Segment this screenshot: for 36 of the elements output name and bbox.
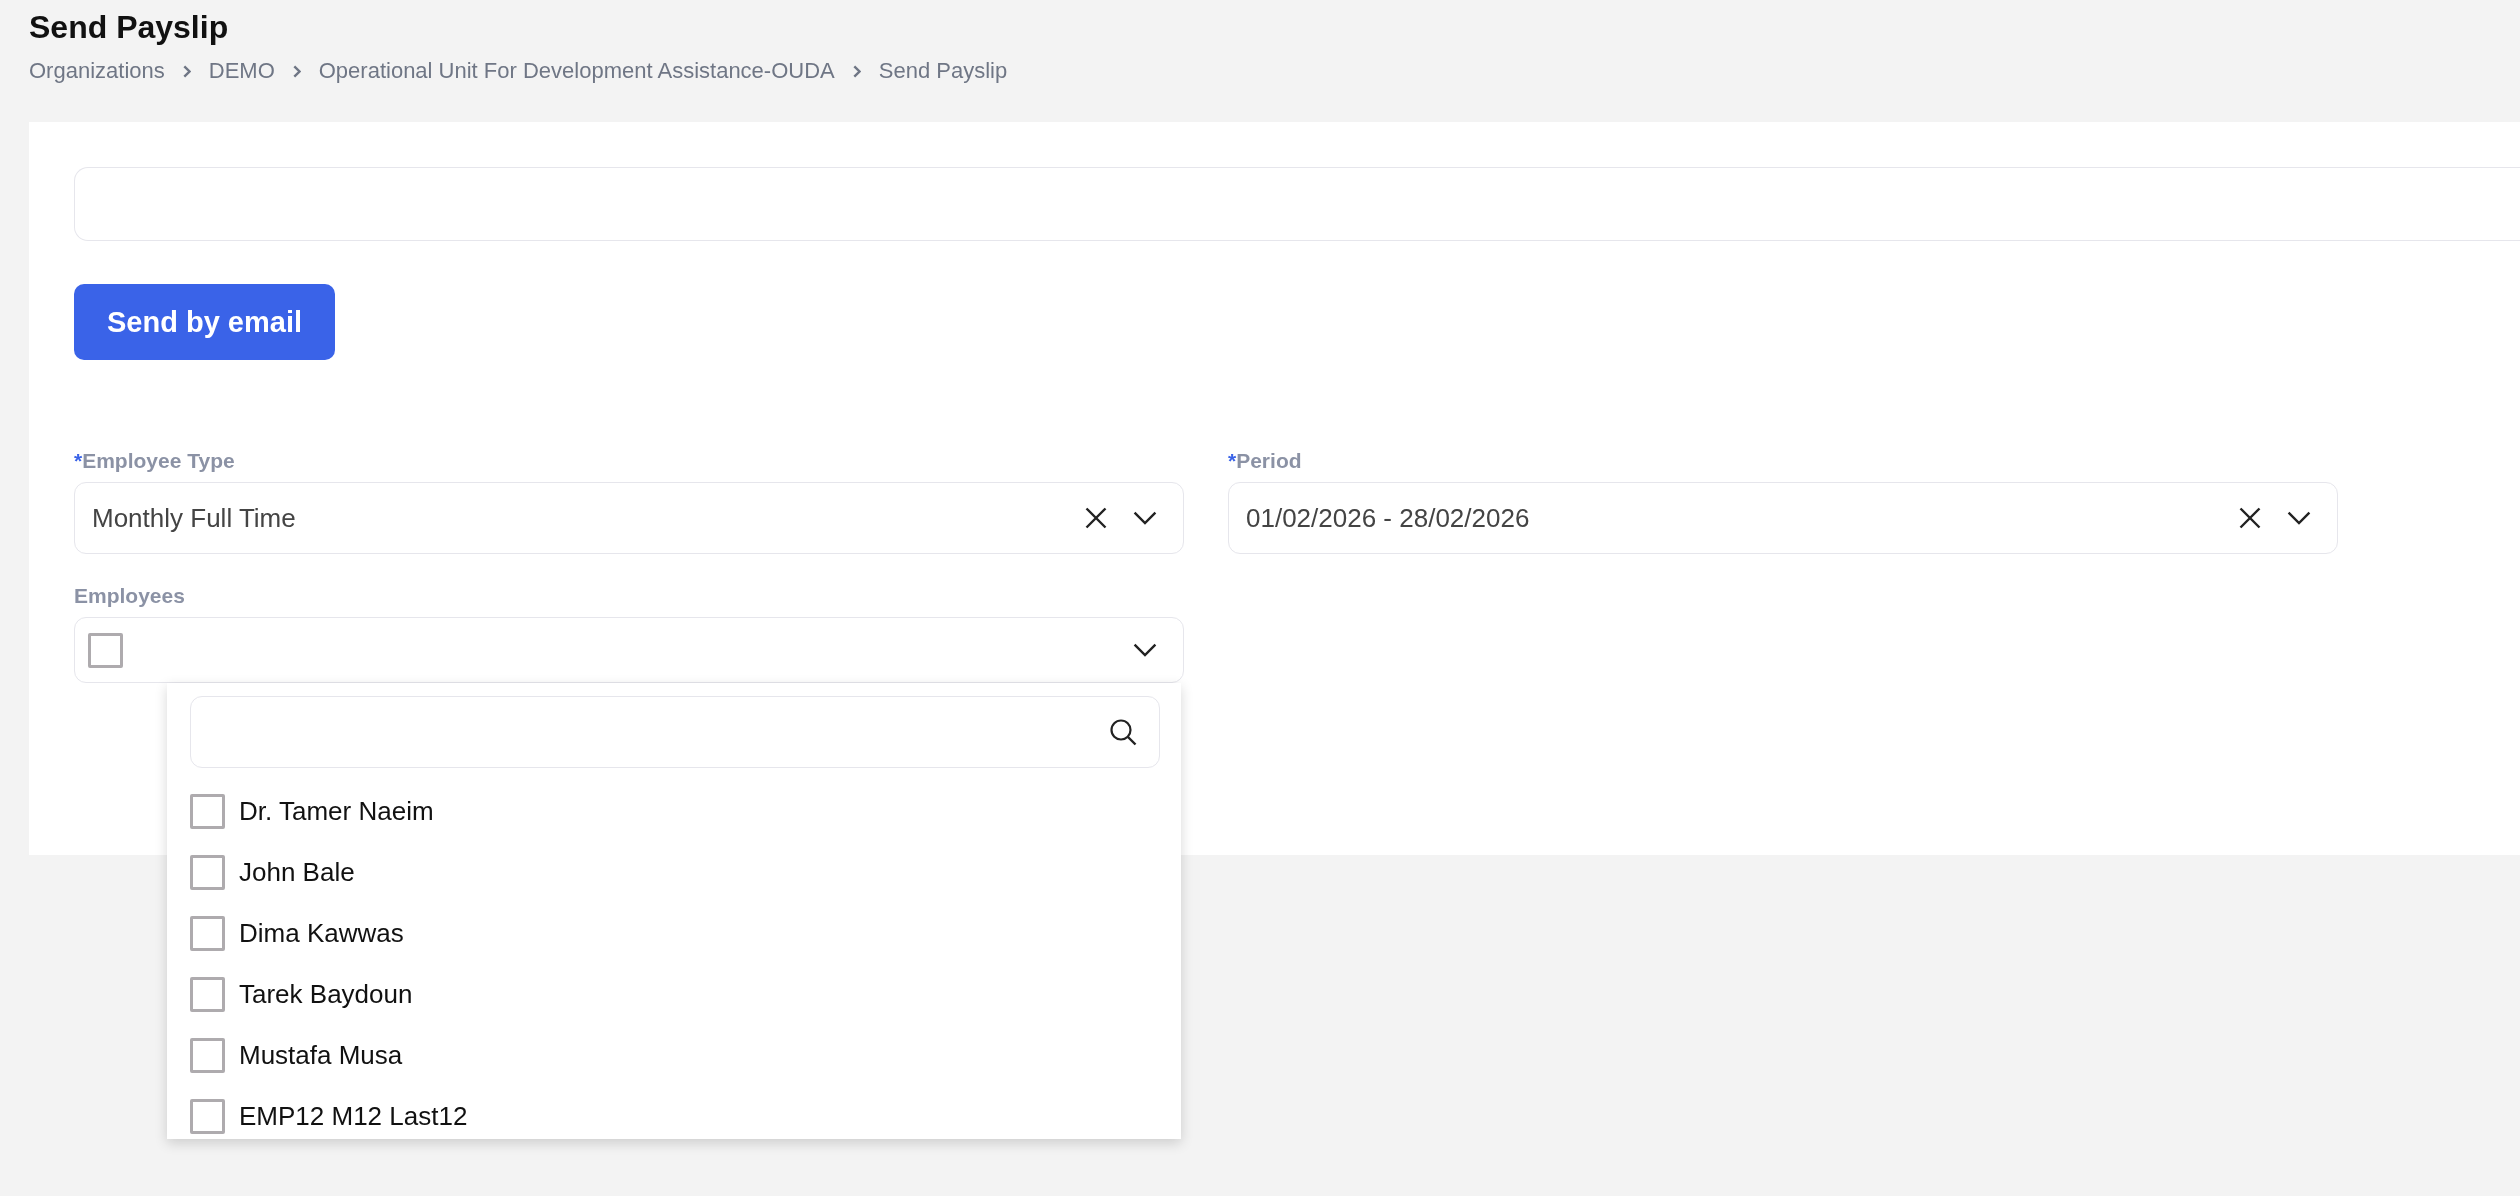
breadcrumb-link[interactable]: Operational Unit For Development Assistance-OUDA <box>318 56 835 86</box>
field-label: *Period <box>1228 448 1302 474</box>
field-label: *Employee Type <box>74 448 235 474</box>
chevron-down-icon[interactable] <box>1133 643 1157 657</box>
checkbox[interactable] <box>190 855 225 890</box>
breadcrumb-link[interactable]: Organizations <box>29 56 165 86</box>
select-field[interactable]: Monthly Full Time <box>74 482 1184 554</box>
breadcrumb-link[interactable]: Send Payslip <box>878 56 1008 86</box>
option-label[interactable]: Mustafa Musa <box>239 1040 403 1071</box>
field-label: Employees <box>74 583 185 609</box>
clear-icon[interactable] <box>1085 507 1107 529</box>
chevron-down-icon[interactable] <box>2287 511 2311 525</box>
checkbox[interactable] <box>190 1099 225 1134</box>
option-label[interactable]: Dr. Tamer Naeim <box>239 796 434 827</box>
checkbox[interactable] <box>190 916 225 951</box>
checkbox[interactable] <box>190 794 225 829</box>
chevron-right-icon <box>292 64 301 78</box>
clear-icon[interactable] <box>2239 507 2261 529</box>
option-label[interactable]: Dima Kawwas <box>239 918 404 949</box>
search-field[interactable] <box>190 696 1160 768</box>
chevron-right-icon <box>852 64 861 78</box>
checkbox[interactable] <box>190 1038 225 1073</box>
option-label[interactable]: Tarek Baydoun <box>239 979 413 1010</box>
select-field[interactable]: 01/02/2026 - 28/02/2026 <box>1228 482 2338 554</box>
breadcrumb-link[interactable]: DEMO <box>208 56 275 86</box>
option-label[interactable]: John Bale <box>239 857 355 888</box>
page-title: Send Payslip <box>29 8 229 47</box>
search-icon[interactable] <box>1109 718 1137 746</box>
checkbox[interactable] <box>190 977 225 1012</box>
multiselect-field[interactable] <box>74 617 1184 683</box>
checkbox[interactable] <box>88 632 123 668</box>
option-label[interactable]: EMP12 M12 Last12 <box>239 1101 468 1132</box>
chevron-right-icon <box>182 64 191 78</box>
chevron-down-icon[interactable] <box>1133 511 1157 525</box>
text-field[interactable] <box>74 167 2520 241</box>
send-by-email-button[interactable]: Send by email <box>74 284 335 360</box>
